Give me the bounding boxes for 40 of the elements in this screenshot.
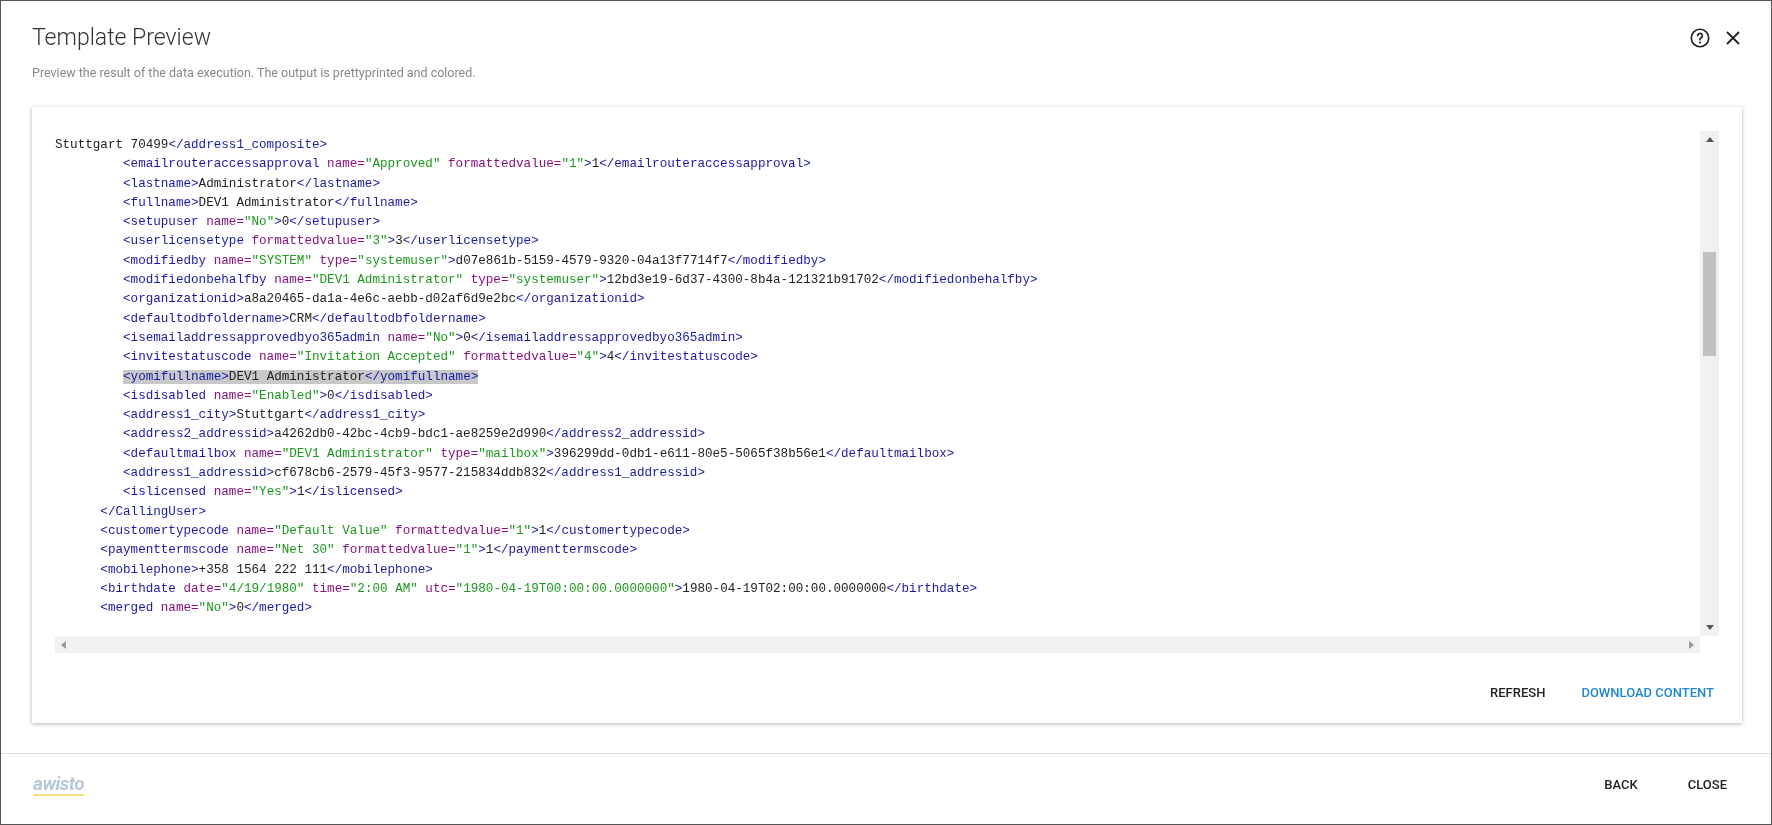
code-line: <yomifullname>DEV1 Administrator</yomifullname> — [122, 368, 479, 386]
close-dialog-button[interactable]: CLOSE — [1671, 766, 1743, 803]
code-line: <customertypecode name="Default Value" formattedvalue="1">1</customertypecode> — [99, 522, 690, 540]
scroll-up-icon[interactable] — [1705, 137, 1714, 142]
refresh-button[interactable]: REFRESH — [1476, 675, 1560, 711]
code-line: <address1_addressid>cf678cb6-2579-45f3-9577-215834ddb832</address1_addressid> — [122, 465, 705, 483]
code-line: <defaultmailbox name="DEV1 Administrator" type="mailbox">396299dd-0db1-e611-80e5-5065f38b56e1</defaultmailbox> — [122, 445, 955, 463]
code-line: <birthdate date="4/19/1980" time="2:00 AM" utc="1980-04-19T00:00:00.0000000">1980-04-19T02:00:00.0000000</birthdate> — [99, 580, 978, 598]
dialog-subtitle: Preview the result of the data execution. The output is prettyprinted and colored. — [32, 63, 476, 82]
code-line: <userlicensetype formattedvalue="3">3</userlicensetype> — [122, 233, 539, 251]
vertical-scrollbar[interactable] — [1700, 131, 1719, 636]
code-line: </CallingUser> — [99, 503, 207, 521]
code-line: Stuttgart 70499</address1_composite> — [55, 137, 328, 154]
code-line: <islicensed name="Yes">1</islicensed> — [122, 484, 403, 502]
code-line: <address1_city>Stuttgart</address1_city> — [122, 407, 426, 425]
code-line: <address2_addressid>a4262db0-42bc-4cb9-bdc1-ae8259e2d990</address2_addressid> — [122, 426, 705, 444]
code-line: <lastname>Administrator</lastname> — [122, 175, 380, 193]
code-line: <paymenttermscode name="Net 30" formattedvalue="1">1</paymenttermscode> — [99, 542, 637, 560]
code-line: <mobilephone>+358 1564 222 111</mobilephone> — [99, 561, 433, 579]
code-line: <emailrouteraccessapproval name="Approved" formattedvalue="1">1</emailrouteraccessapproval> — [122, 156, 811, 174]
code-line: <isdisabled name="Enabled">0</isdisabled> — [122, 387, 433, 405]
code-line: <modifiedonbehalfby name="DEV1 Administrator" type="systemuser">12bd3e19-6d37-4300-8b4a-121321b91702</modifiedonbehalfby> — [122, 272, 1038, 290]
code-line: <merged name="No">0</merged> — [99, 600, 312, 618]
code-line: <organizationid>a8a20465-da1a-4e6c-aebb-d02af6d9e2bc</organizationid> — [122, 291, 645, 309]
scroll-right-icon[interactable] — [1689, 640, 1694, 649]
logo: awisto — [33, 773, 85, 796]
dialog-title: Template Preview — [32, 23, 212, 53]
code-line: <invitestatuscode name="Invitation Accepted" formattedvalue="4">4</invitestatuscode> — [122, 349, 758, 367]
code-line: <fullname>DEV1 Administrator</fullname> — [122, 194, 418, 212]
download-button[interactable]: DOWNLOAD CONTENT — [1567, 675, 1728, 711]
help-button[interactable] — [1689, 27, 1711, 49]
back-button[interactable]: BACK — [1588, 766, 1654, 803]
code-line: <modifiedby name="SYSTEM" type="systemuser">d07e861b-5159-4579-9320-04a13f7714f7</modifiedby> — [122, 252, 826, 270]
code-line: <isemailaddressapprovedbyo365admin name="No">0</isemailaddressapprovedbyo365admin> — [122, 329, 743, 347]
code-line: <setupuser name="No">0</setupuser> — [122, 214, 380, 232]
scroll-down-icon[interactable] — [1705, 625, 1714, 630]
scroll-left-icon[interactable] — [61, 640, 66, 649]
horizontal-scrollbar[interactable] — [55, 636, 1700, 653]
scrollbar-thumb[interactable] — [1703, 252, 1716, 356]
code-line: <defaultodbfoldername>CRM</defaultodbfoldername> — [122, 310, 486, 328]
